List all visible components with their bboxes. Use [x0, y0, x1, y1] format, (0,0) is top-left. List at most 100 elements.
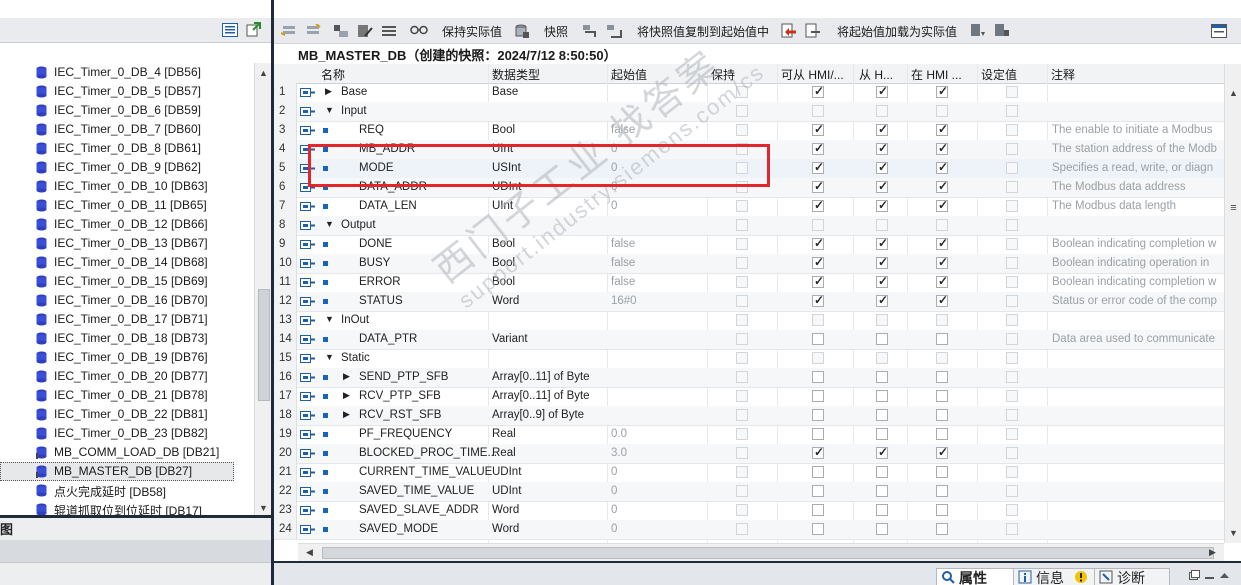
checkbox-set[interactable]: [1006, 504, 1018, 516]
cell-name[interactable]: Output: [341, 219, 376, 231]
cell-datatype[interactable]: UDInt: [492, 466, 521, 478]
table-row[interactable]: 1 ▶ Base Base ✓ ✓ ✓: [274, 83, 1224, 103]
tree-item[interactable]: IEC_Timer_0_DB_22 [DB81]: [0, 405, 254, 424]
checkbox-retain[interactable]: [736, 124, 748, 136]
collapse-arrow-icon[interactable]: ▼: [325, 219, 337, 229]
monitor-glasses-icon[interactable]: [410, 22, 428, 39]
checkbox-set[interactable]: [1006, 333, 1018, 345]
checkbox-hmi2[interactable]: ✓: [876, 445, 888, 459]
cell-comment[interactable]: The Modbus data length: [1052, 200, 1176, 212]
add-row-icon[interactable]: [304, 22, 322, 39]
checkbox-hmi1[interactable]: ✓: [812, 236, 824, 250]
cell-start-value[interactable]: 3.0: [611, 447, 627, 459]
row-number[interactable]: 5: [274, 159, 297, 178]
checkbox-hmi1[interactable]: ✓: [812, 274, 824, 288]
checkbox-hmi2[interactable]: [876, 352, 888, 364]
checkbox-hmi1[interactable]: [812, 333, 824, 345]
table-row[interactable]: 2 ▼ Input: [274, 102, 1224, 122]
checkbox-hmi1[interactable]: ✓: [812, 160, 824, 174]
checkbox-set[interactable]: [1006, 409, 1018, 421]
cell-datatype[interactable]: Word: [492, 295, 519, 307]
row-number[interactable]: 8: [274, 216, 297, 235]
checkbox-hmi2[interactable]: [876, 485, 888, 497]
checkbox-hmi1[interactable]: ✓: [812, 179, 824, 193]
cell-start-value[interactable]: 0.0: [611, 428, 627, 440]
row-number[interactable]: 14: [274, 330, 297, 349]
checkbox-hmi3[interactable]: [936, 466, 948, 478]
checkbox-retain[interactable]: [736, 86, 748, 98]
row-number[interactable]: 21: [274, 463, 297, 482]
table-row[interactable]: 14 DATA_PTR Variant Data area used to commu…: [274, 330, 1224, 350]
table-row[interactable]: 8 ▼ Output: [274, 216, 1224, 236]
minimize-icon[interactable]: [1204, 569, 1215, 583]
download-values-icon[interactable]: [969, 22, 987, 39]
checkbox-hmi1[interactable]: [812, 466, 824, 478]
checkbox-hmi2[interactable]: [876, 314, 888, 326]
cell-datatype[interactable]: Word: [492, 523, 519, 535]
checkbox-hmi2[interactable]: [876, 428, 888, 440]
cell-name[interactable]: InOut: [341, 314, 369, 326]
checkbox-retain[interactable]: [736, 333, 748, 345]
cell-name[interactable]: ERROR: [359, 276, 401, 288]
checkbox-retain[interactable]: [736, 523, 748, 535]
checkbox-hmi1[interactable]: ✓: [812, 445, 824, 459]
checkbox-hmi3[interactable]: ✓: [936, 255, 948, 269]
checkbox-set[interactable]: [1006, 276, 1018, 288]
cell-datatype[interactable]: Real: [492, 428, 516, 440]
checkbox-set[interactable]: [1006, 523, 1018, 535]
table-row[interactable]: 10 BUSY Bool false ✓ ✓ ✓ Boolean indicating ope…: [274, 254, 1224, 274]
cell-datatype[interactable]: Array[0..11] of Byte: [492, 390, 590, 402]
scroll-down-icon[interactable]: ▼: [255, 499, 272, 516]
scroll-thumb[interactable]: [322, 547, 1214, 559]
checkbox-set[interactable]: [1006, 485, 1018, 497]
checkbox-hmi2[interactable]: ✓: [876, 84, 888, 98]
cell-name[interactable]: CURRENT_TIME_VALUE: [359, 466, 492, 478]
checkbox-retain[interactable]: [736, 295, 748, 307]
cell-start-value[interactable]: 0: [611, 466, 617, 478]
checkbox-retain[interactable]: [736, 428, 748, 440]
checkbox-retain[interactable]: [736, 219, 748, 231]
checkbox-hmi3[interactable]: ✓: [936, 160, 948, 174]
checkbox-set[interactable]: [1006, 105, 1018, 117]
checkbox-hmi1[interactable]: [812, 219, 824, 231]
cell-name[interactable]: RCV_PTP_SFB: [359, 390, 441, 402]
download-all-icon[interactable]: [993, 22, 1011, 39]
cell-start-value[interactable]: false: [611, 238, 635, 250]
checkbox-hmi3[interactable]: [936, 390, 948, 402]
row-number[interactable]: 17: [274, 387, 297, 406]
tree-item[interactable]: IEC_Timer_0_DB_18 [DB73]: [0, 329, 254, 348]
checkbox-hmi3[interactable]: ✓: [936, 122, 948, 136]
cell-comment[interactable]: The enable to initiate a Modbus: [1052, 124, 1212, 136]
cell-comment[interactable]: Data area used to communicate: [1052, 333, 1215, 345]
cell-datatype[interactable]: Variant: [492, 333, 528, 345]
table-row[interactable]: 12 STATUS Word 16#0 ✓ ✓ ✓ Status or error code …: [274, 292, 1224, 312]
copy-snapshot-icon[interactable]: [581, 22, 599, 39]
table-row[interactable]: 19 PF_FREQUENCY Real 0.0: [274, 425, 1224, 445]
table-horizontal-scrollbar[interactable]: ◀ ▶: [298, 543, 1224, 561]
collapse-arrow-icon[interactable]: ▼: [325, 105, 337, 115]
checkbox-retain[interactable]: [736, 352, 748, 364]
view-toggle-icon[interactable]: [220, 20, 240, 39]
checkbox-hmi1[interactable]: [812, 371, 824, 383]
cell-start-value[interactable]: 0: [611, 485, 617, 497]
checkbox-hmi2[interactable]: [876, 504, 888, 516]
cell-name[interactable]: DATA_PTR: [359, 333, 417, 345]
cell-start-value[interactable]: false: [611, 276, 635, 288]
table-row[interactable]: 17 ▶ RCV_PTP_SFB Array[0..11] of Byte: [274, 387, 1224, 407]
expand-all-icon[interactable]: [332, 22, 350, 39]
cell-name[interactable]: SAVED_SLAVE_ADDR: [359, 504, 479, 516]
row-number[interactable]: 4: [274, 140, 297, 159]
table-row[interactable]: 15 ▼ Static: [274, 349, 1224, 369]
checkbox-hmi2[interactable]: ✓: [876, 274, 888, 288]
tree-item[interactable]: IEC_Timer_0_DB_16 [DB70]: [0, 291, 254, 310]
tree-item[interactable]: IEC_Timer_0_DB_8 [DB61]: [0, 139, 254, 158]
row-number[interactable]: 23: [274, 501, 297, 520]
tab-info[interactable]: 信息: [1013, 568, 1095, 585]
tree-item[interactable]: IEC_Timer_0_DB_10 [DB63]: [0, 177, 254, 196]
checkbox-set[interactable]: [1006, 162, 1018, 174]
checkbox-hmi2[interactable]: [876, 371, 888, 383]
checkbox-hmi3[interactable]: ✓: [936, 141, 948, 155]
row-number[interactable]: 7: [274, 197, 297, 216]
expand-arrow-icon[interactable]: ▶: [343, 409, 355, 420]
table-row[interactable]: 9 DONE Bool false ✓ ✓ ✓ Boolean indicating comp…: [274, 235, 1224, 255]
